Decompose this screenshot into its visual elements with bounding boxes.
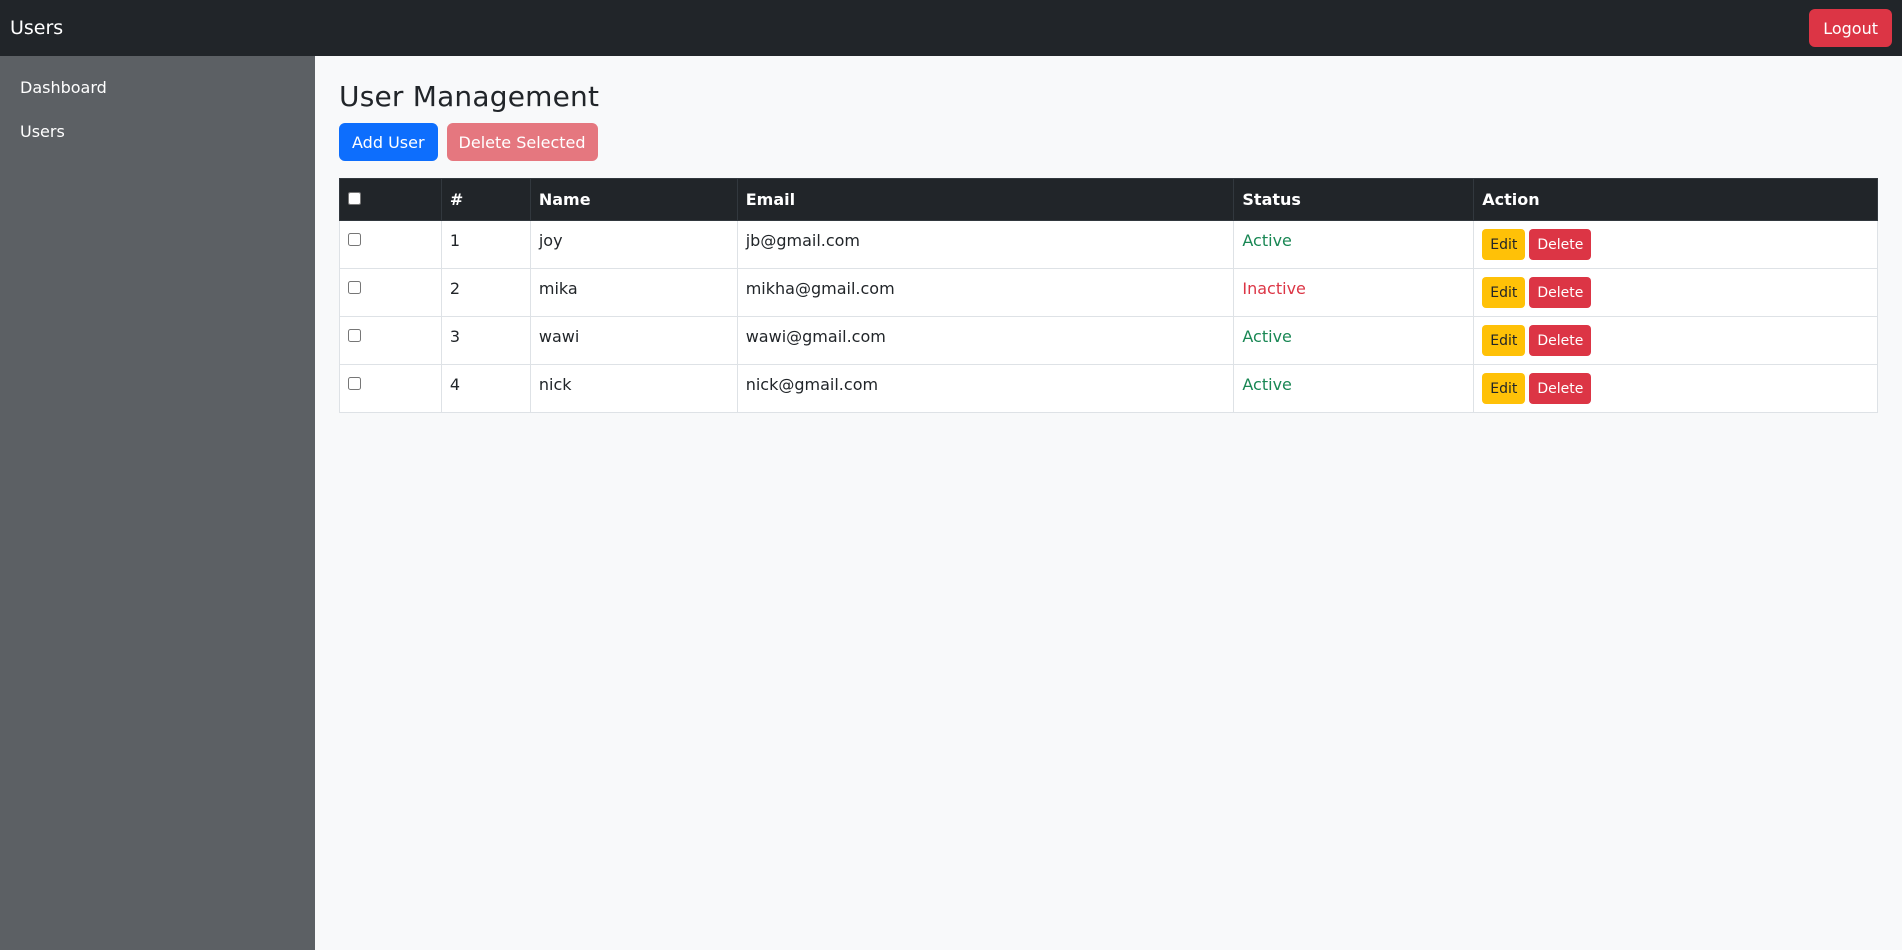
row-select-cell xyxy=(339,268,442,317)
header-select-all xyxy=(339,178,442,221)
select-all-checkbox[interactable] xyxy=(348,192,361,205)
row-actions: Edit Delete xyxy=(1473,316,1878,365)
row-name: joy xyxy=(529,220,738,269)
row-actions: Edit Delete xyxy=(1473,220,1878,269)
row-select-cell xyxy=(339,316,442,365)
row-checkbox[interactable] xyxy=(348,281,361,294)
row-checkbox[interactable] xyxy=(348,233,361,246)
row-status: Active xyxy=(1233,220,1475,269)
main-content: User Management Add User Delete Selected… xyxy=(315,56,1902,950)
header-name: Name xyxy=(529,178,738,221)
edit-button[interactable]: Edit xyxy=(1482,229,1526,260)
row-id: 2 xyxy=(440,268,531,317)
navbar-brand[interactable]: Users xyxy=(10,17,63,39)
row-id: 1 xyxy=(440,220,531,269)
row-actions: Edit Delete xyxy=(1473,364,1878,413)
row-name: wawi xyxy=(529,316,738,365)
row-status: Active xyxy=(1233,364,1475,413)
row-select-cell xyxy=(339,220,442,269)
header-email: Email xyxy=(736,178,1235,221)
table-header-row: # Name Email Status Action xyxy=(339,178,1878,221)
table-row: 2 mika mikha@gmail.com Inactive Edit Del… xyxy=(339,268,1878,317)
row-id: 4 xyxy=(440,364,531,413)
add-user-button[interactable]: Add User xyxy=(339,123,438,161)
table-row: 4 nick nick@gmail.com Active Edit Delete xyxy=(339,364,1878,413)
row-email: nick@gmail.com xyxy=(736,364,1235,413)
delete-button[interactable]: Delete xyxy=(1529,325,1592,356)
table-row: 1 joy jb@gmail.com Active Edit Delete xyxy=(339,220,1878,269)
delete-selected-button[interactable]: Delete Selected xyxy=(446,123,598,161)
row-name: nick xyxy=(529,364,738,413)
users-table: # Name Email Status Action 1 joy jb@gmai… xyxy=(339,178,1878,413)
row-actions: Edit Delete xyxy=(1473,268,1878,317)
header-status: Status xyxy=(1233,178,1475,221)
action-bar: Add User Delete Selected xyxy=(339,123,1878,161)
edit-button[interactable]: Edit xyxy=(1482,325,1526,356)
edit-button[interactable]: Edit xyxy=(1482,373,1526,404)
page-title: User Management xyxy=(339,80,600,113)
delete-button[interactable]: Delete xyxy=(1529,373,1592,404)
row-checkbox[interactable] xyxy=(348,329,361,342)
header-id: # xyxy=(440,178,531,221)
row-status: Active xyxy=(1233,316,1475,365)
logout-button[interactable]: Logout xyxy=(1809,9,1892,47)
top-navbar: Users Logout xyxy=(0,0,1902,56)
row-checkbox[interactable] xyxy=(348,377,361,390)
edit-button[interactable]: Edit xyxy=(1482,277,1526,308)
row-name: mika xyxy=(529,268,738,317)
row-email: wawi@gmail.com xyxy=(736,316,1235,365)
row-select-cell xyxy=(339,364,442,413)
header-action: Action xyxy=(1473,178,1878,221)
table-row: 3 wawi wawi@gmail.com Active Edit Delete xyxy=(339,316,1878,365)
row-email: jb@gmail.com xyxy=(736,220,1235,269)
row-status: Inactive xyxy=(1233,268,1475,317)
row-id: 3 xyxy=(440,316,531,365)
delete-button[interactable]: Delete xyxy=(1529,229,1592,260)
sidebar-item-dashboard[interactable]: Dashboard xyxy=(0,66,315,110)
sidebar: Dashboard Users xyxy=(0,56,315,950)
delete-button[interactable]: Delete xyxy=(1529,277,1592,308)
row-email: mikha@gmail.com xyxy=(736,268,1235,317)
sidebar-item-users[interactable]: Users xyxy=(0,110,315,154)
